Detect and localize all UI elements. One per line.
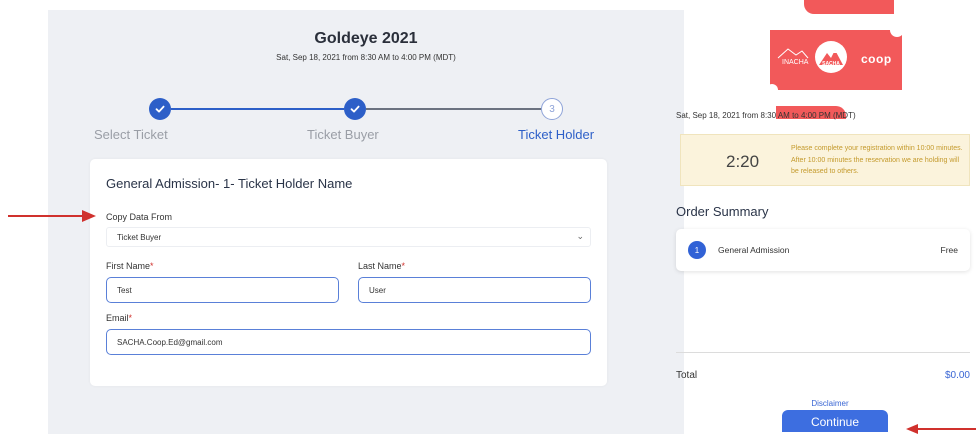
- copy-data-value: Ticket Buyer: [117, 233, 162, 242]
- step-2-check-icon: [344, 98, 366, 120]
- timer-message: Please complete your registration within…: [791, 145, 963, 175]
- email-label: Email*: [106, 313, 132, 323]
- annotation-arrow-left: [8, 210, 96, 222]
- order-item-name: General Admission: [718, 245, 790, 255]
- ticket-holder-form: General Admission- 1- Ticket Holder Name…: [90, 159, 607, 386]
- first-name-label-text: First Name: [106, 261, 151, 271]
- step-label-ticket-holder: Ticket Holder: [518, 127, 595, 142]
- order-item: 1 General Admission Free: [676, 229, 970, 271]
- sidebar-event-date: Sat, Sep 18, 2021 from 8:30 AM to 4:00 P…: [676, 111, 856, 120]
- event-title: Goldeye 2021: [314, 30, 418, 47]
- last-name-field[interactable]: User: [358, 277, 591, 303]
- chevron-down-icon: ⌄: [576, 231, 584, 241]
- order-item-number: 1: [688, 241, 706, 259]
- sacha-logo: SACHA: [815, 41, 847, 73]
- email-label-text: Email: [106, 313, 129, 323]
- copy-data-label: Copy Data From: [106, 212, 173, 222]
- step-connector-2: [366, 108, 541, 110]
- page: Goldeye 2021 Sat, Sep 18, 2021 from 8:30…: [0, 0, 976, 434]
- annotation-arrow-right: [906, 424, 976, 434]
- last-name-label: Last Name*: [358, 261, 405, 271]
- required-mark: *: [150, 261, 154, 271]
- email-field[interactable]: SACHA.Coop.Ed@gmail.com: [106, 329, 591, 355]
- total-value: $0.00: [944, 370, 970, 381]
- step-label-ticket-buyer: Ticket Buyer: [307, 127, 379, 142]
- banner-notch: [890, 23, 904, 37]
- order-summary-title: Order Summary: [676, 204, 769, 219]
- copy-data-select[interactable]: Ticket Buyer ⌄: [106, 227, 591, 247]
- step-label-select-ticket: Select Ticket: [94, 127, 168, 142]
- step-3-number: 3: [541, 98, 563, 120]
- logo-text-sacha: SACHA: [822, 61, 840, 67]
- reservation-timer-notice: 2:20 Please complete your registration w…: [680, 134, 970, 186]
- step-1-check-icon: [149, 98, 171, 120]
- disclaimer-link[interactable]: Disclaimer: [684, 399, 976, 408]
- form-title: General Admission- 1- Ticket Holder Name: [106, 176, 353, 191]
- total-label: Total: [676, 370, 698, 381]
- banner-decoration: [804, 0, 894, 14]
- order-sidebar: INACHA SACHA coop Sat, Sep 18, 2021 from…: [676, 0, 976, 434]
- registration-panel: Goldeye 2021 Sat, Sep 18, 2021 from 8:30…: [48, 10, 684, 434]
- mountain-logo-icon: [777, 48, 809, 59]
- required-mark: *: [128, 313, 133, 323]
- countdown-timer: 2:20: [726, 152, 760, 171]
- banner-notch: [766, 84, 778, 96]
- logo-text-coop: coop: [861, 52, 892, 66]
- sacha-mountain-icon: [819, 50, 843, 65]
- order-item-price: Free: [940, 245, 958, 255]
- required-mark: *: [401, 261, 406, 271]
- logo-text-inacha: INACHA: [782, 59, 809, 66]
- event-date: Sat, Sep 18, 2021 from 8:30 AM to 4:00 P…: [276, 53, 456, 62]
- continue-button[interactable]: Continue: [782, 410, 888, 432]
- step-connector-1: [171, 108, 344, 110]
- first-name-field[interactable]: Test: [106, 277, 339, 303]
- total-divider: [676, 352, 970, 353]
- last-name-label-text: Last Name: [358, 261, 402, 271]
- first-name-label: First Name*: [106, 261, 154, 271]
